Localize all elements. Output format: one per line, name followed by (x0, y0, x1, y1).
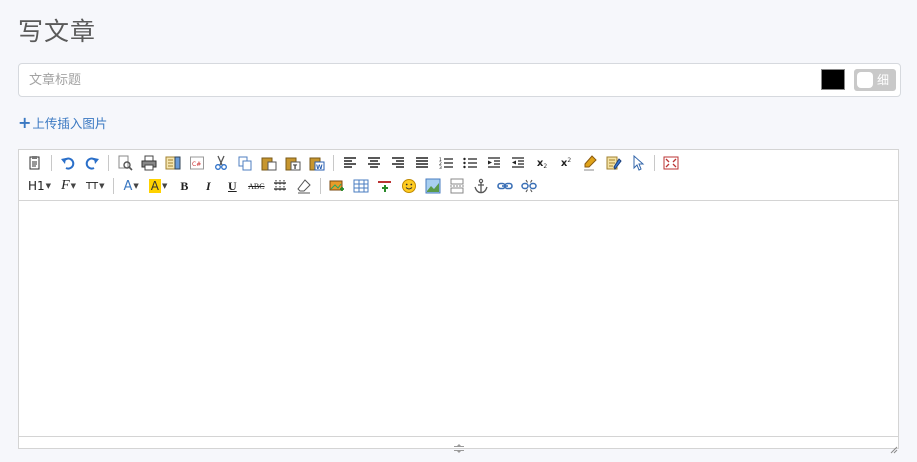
align-center-icon[interactable] (364, 153, 384, 173)
chevron-down-icon: ▼ (133, 182, 139, 190)
chevron-down-icon: ▼ (161, 182, 168, 190)
ordered-list-icon[interactable]: 123 (436, 153, 456, 173)
heading-combo[interactable]: H1 ▼ (25, 176, 54, 196)
cut-icon[interactable] (211, 153, 231, 173)
paste-text-icon[interactable]: T (283, 153, 303, 173)
font-family-combo-label: F (61, 178, 70, 193)
editor-toolbar: C# T W 1 2 3 x 2 x 2 H1 ▼ F ▼ TT ▼ A ▼ A… (19, 150, 898, 201)
unordered-list-icon[interactable] (460, 153, 480, 173)
quick-format-icon[interactable] (604, 153, 624, 173)
anchor-icon[interactable] (471, 176, 491, 196)
editor-statusbar (19, 436, 898, 454)
rich-text-editor: C# T W 1 2 3 x 2 x 2 H1 ▼ F ▼ TT ▼ A ▼ A… (18, 149, 899, 454)
toolbar-separator (113, 178, 115, 194)
font-size-combo-label: TT (86, 180, 99, 192)
bold-icon[interactable]: B (174, 176, 194, 196)
upload-image-link[interactable]: + 上传插入图片 (18, 113, 107, 132)
line-height-icon[interactable] (270, 176, 290, 196)
italic-label: I (206, 178, 211, 193)
upload-image-label: 上传插入图片 (32, 116, 108, 131)
redo-icon[interactable] (82, 153, 102, 173)
svg-text:C#: C# (192, 161, 201, 168)
page-title: 写文章 (18, 17, 97, 46)
font-family-combo[interactable]: F ▼ (58, 176, 79, 196)
strikethrough-icon[interactable]: ABC (246, 176, 266, 196)
chevron-down-icon: ▼ (99, 182, 105, 190)
clear-format-icon[interactable] (580, 153, 600, 173)
toolbar-row-1: C# T W 1 2 3 x 2 x 2 (23, 152, 683, 174)
subscript-icon[interactable]: x2 (532, 153, 552, 173)
text-color-icon[interactable]: A ▼ (120, 176, 141, 196)
highlight-color-icon[interactable]: A ▼ (146, 176, 171, 196)
paste-icon[interactable] (259, 153, 279, 173)
template-icon[interactable] (163, 153, 183, 173)
remove-format-icon[interactable] (294, 176, 314, 196)
undo-icon[interactable] (58, 153, 78, 173)
preview-icon[interactable] (115, 153, 135, 173)
insert-table-icon[interactable] (351, 176, 371, 196)
corner-resize-icon[interactable] (889, 439, 898, 454)
align-left-icon[interactable] (340, 153, 360, 173)
insert-image-icon[interactable] (327, 176, 347, 196)
superscript-icon[interactable]: x2 (556, 153, 576, 173)
svg-text:W: W (316, 164, 323, 171)
superscript-suffix: 2 (567, 156, 572, 164)
svg-text:3: 3 (439, 165, 442, 171)
image-gallery-icon[interactable] (423, 176, 443, 196)
resize-handle-icon[interactable] (451, 438, 467, 453)
font-weight-toggle[interactable]: 细 (854, 69, 896, 91)
emoticon-icon[interactable] (399, 176, 419, 196)
chevron-down-icon: ▼ (45, 182, 52, 190)
subscript-suffix: 2 (543, 162, 548, 170)
italic-icon[interactable]: I (198, 176, 218, 196)
toolbar-row-2: H1 ▼ F ▼ TT ▼ A ▼ A ▼ B I U ABC (23, 175, 541, 197)
outdent-icon[interactable] (508, 153, 528, 173)
code-icon[interactable]: C# (187, 153, 207, 173)
text-color-label: A (123, 178, 133, 194)
editor-content-area[interactable] (19, 201, 898, 437)
underline-icon[interactable]: U (222, 176, 242, 196)
font-size-combo[interactable]: TT ▼ (83, 176, 107, 196)
select-all-icon[interactable] (628, 153, 648, 173)
toolbar-separator (108, 155, 109, 171)
page-break-icon[interactable] (447, 176, 467, 196)
strikethrough-label: ABC (248, 181, 265, 191)
link-icon[interactable] (495, 176, 515, 196)
title-field-container: 细 (18, 63, 901, 97)
article-title-input[interactable] (19, 64, 829, 96)
toggle-knob (857, 72, 873, 88)
toolbar-separator (320, 178, 322, 194)
toolbar-separator (333, 155, 334, 171)
underline-label: U (228, 178, 237, 193)
toolbar-separator (654, 155, 655, 171)
align-right-icon[interactable] (388, 153, 408, 173)
heading-combo-label: H1 (28, 179, 45, 193)
title-color-picker[interactable] (821, 69, 845, 90)
paste-word-icon[interactable]: W (307, 153, 327, 173)
highlight-color-label: A (148, 179, 161, 193)
indent-icon[interactable] (484, 153, 504, 173)
chevron-down-icon: ▼ (70, 182, 77, 190)
unlink-icon[interactable] (519, 176, 539, 196)
fullscreen-icon[interactable] (661, 153, 681, 173)
paste-as-text-icon[interactable] (25, 153, 45, 173)
insert-media-icon[interactable] (375, 176, 395, 196)
print-icon[interactable] (139, 153, 159, 173)
toggle-label: 细 (877, 73, 890, 87)
align-justify-icon[interactable] (412, 153, 432, 173)
copy-icon[interactable] (235, 153, 255, 173)
bold-label: B (180, 178, 189, 193)
toolbar-separator (51, 155, 52, 171)
plus-icon: + (18, 112, 32, 132)
